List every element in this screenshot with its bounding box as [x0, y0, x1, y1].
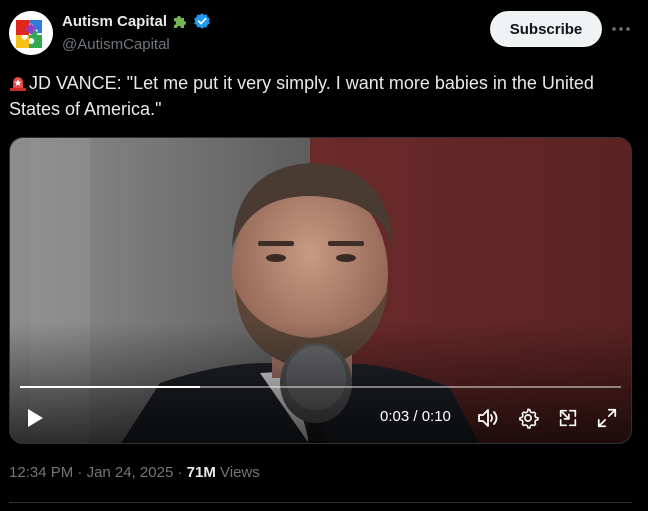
volume-icon[interactable] [476, 406, 500, 430]
video-progress-bar[interactable] [20, 386, 621, 388]
fullscreen-icon[interactable] [595, 406, 619, 430]
tweet-text: JD VANCE: "Let me put it very simply. I … [9, 70, 639, 122]
divider [9, 502, 632, 503]
tweet-date[interactable]: Jan 24, 2025 [87, 464, 174, 481]
views-count[interactable]: 71M [187, 464, 216, 481]
views-label[interactable]: Views [220, 464, 260, 481]
rainbow-puzzle-icon [9, 11, 53, 55]
author-name-text[interactable]: Autism Capital [62, 13, 167, 30]
author-name[interactable]: Autism Capital [62, 12, 211, 30]
video-time-display: 0:03 / 0:10 [380, 408, 451, 425]
video-player[interactable]: 0:03 / 0:10 [9, 137, 632, 444]
tweet-text-content: JD VANCE: "Let me put it very simply. I … [9, 73, 594, 119]
video-progress-fill [20, 386, 201, 388]
tweet-time[interactable]: 12:34 PM [9, 464, 73, 481]
author-handle[interactable]: @AutismCapital [62, 36, 170, 53]
avatar[interactable] [9, 11, 53, 55]
tweet: Autism Capital @AutismCapital Subscribe … [0, 0, 648, 511]
tweet-meta: 12:34 PM · Jan 24, 2025 · 71M Views [9, 464, 260, 481]
verified-badge-icon [194, 13, 210, 29]
meta-separator: · [77, 464, 83, 481]
picture-in-picture-icon[interactable] [556, 406, 580, 430]
video-controls: 0:03 / 0:10 [10, 393, 631, 443]
meta-separator-2: · [177, 464, 183, 481]
rotating-siren-icon [10, 77, 26, 91]
more-horizontal-icon[interactable] [608, 17, 634, 41]
play-icon[interactable] [24, 405, 46, 431]
subscribe-button[interactable]: Subscribe [490, 11, 602, 47]
green-puzzle-piece-icon [174, 16, 187, 28]
settings-icon[interactable] [516, 406, 540, 430]
